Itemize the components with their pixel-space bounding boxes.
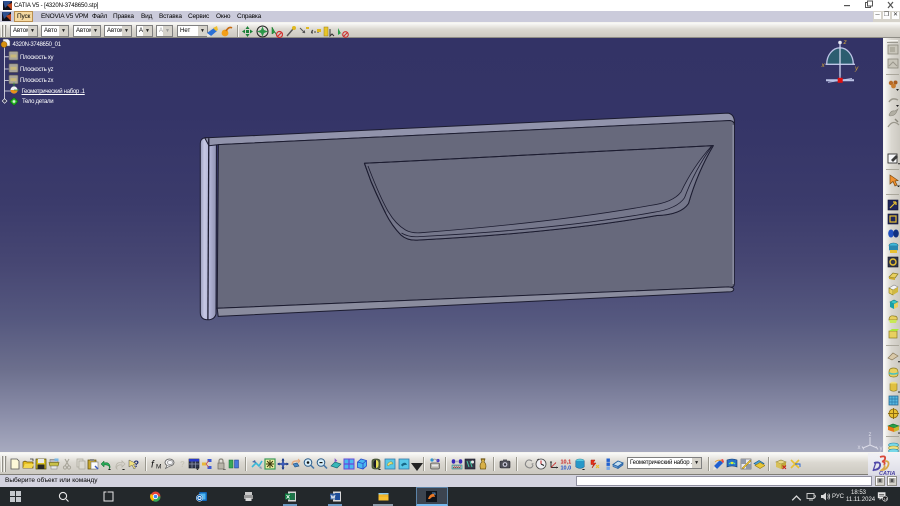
- svg-text:?: ?: [134, 459, 140, 469]
- svg-text:x: x: [858, 445, 861, 451]
- svg-text:x: x: [821, 62, 826, 69]
- svg-text:14: 14: [883, 497, 887, 501]
- svg-text:y: y: [854, 65, 859, 72]
- svg-text:z: z: [869, 432, 872, 438]
- svg-text:z: z: [843, 39, 848, 46]
- svg-text:f: f: [151, 460, 155, 471]
- svg-text:10,0: 10,0: [561, 466, 572, 471]
- svg-text:?: ?: [180, 460, 185, 469]
- svg-text:M: M: [156, 464, 161, 471]
